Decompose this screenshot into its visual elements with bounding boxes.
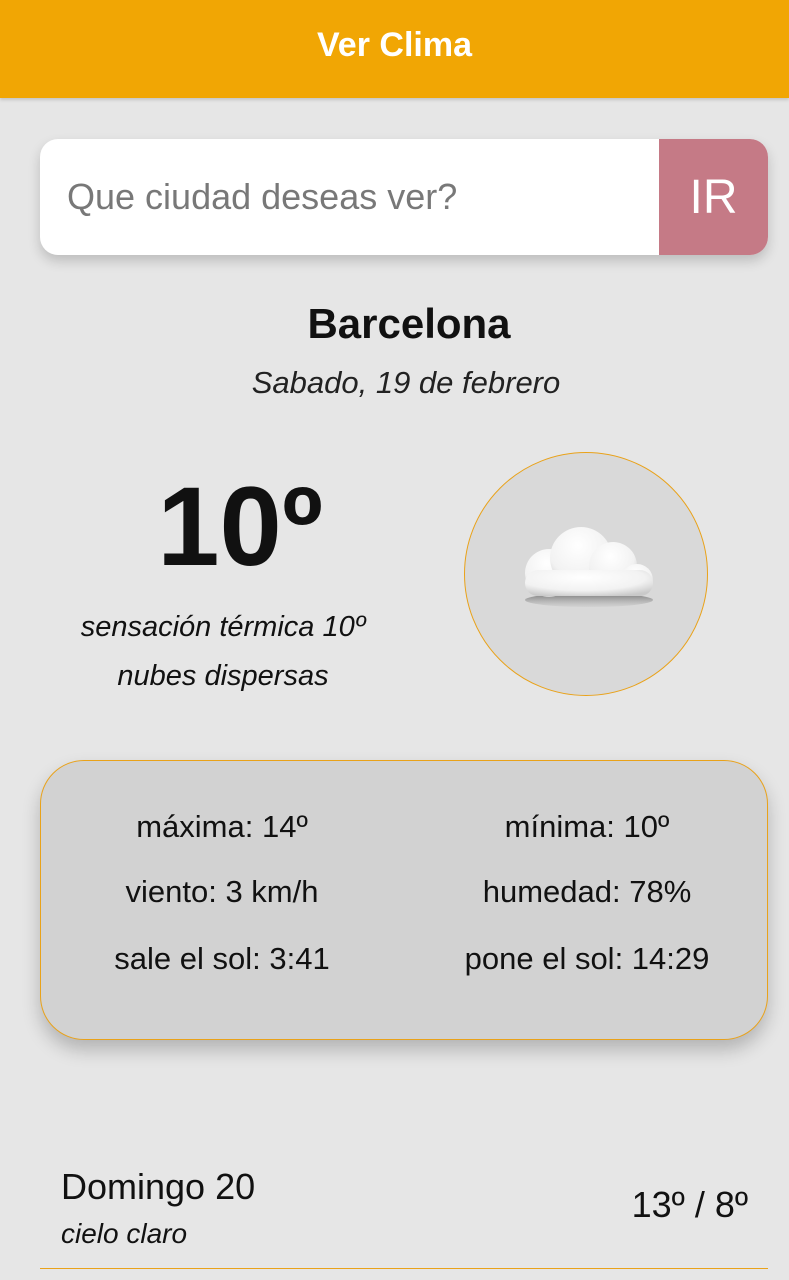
app-title: Ver Clima: [317, 25, 472, 64]
weather-icon-container: [464, 452, 708, 696]
current-temperature: 10º: [157, 464, 323, 589]
forecast-day: Domingo 20: [61, 1166, 256, 1207]
go-button[interactable]: IR: [659, 139, 768, 255]
max-temp: máxima: 14º: [136, 809, 308, 844]
wind-speed: viento: 3 km/h: [125, 874, 319, 909]
current-date: Sabado, 19 de febrero: [251, 365, 561, 400]
forecast-temperatures: 13º / 8º: [631, 1184, 748, 1225]
sunrise-time: sale el sol: 3:41: [114, 941, 330, 976]
feels-like: sensación térmica 10º: [80, 611, 366, 643]
min-temp: mínima: 10º: [504, 809, 670, 844]
scattered-clouds-icon: [525, 527, 653, 607]
details-card: máxima: 14º mínima: 10º viento: 3 km/h h…: [40, 760, 768, 1040]
app-bar: Ver Clima: [0, 0, 789, 98]
city-search-input[interactable]: [40, 139, 659, 255]
weather-description: nubes dispersas: [117, 660, 329, 692]
city-name: Barcelona: [307, 300, 511, 347]
sunset-time: pone el sol: 14:29: [464, 941, 710, 976]
humidity: humedad: 78%: [482, 874, 692, 909]
search-bar: IR: [40, 139, 768, 255]
forecast-item[interactable]: Domingo 20 cielo claro 13º / 8º: [40, 1160, 768, 1269]
forecast-description: cielo claro: [61, 1218, 188, 1249]
